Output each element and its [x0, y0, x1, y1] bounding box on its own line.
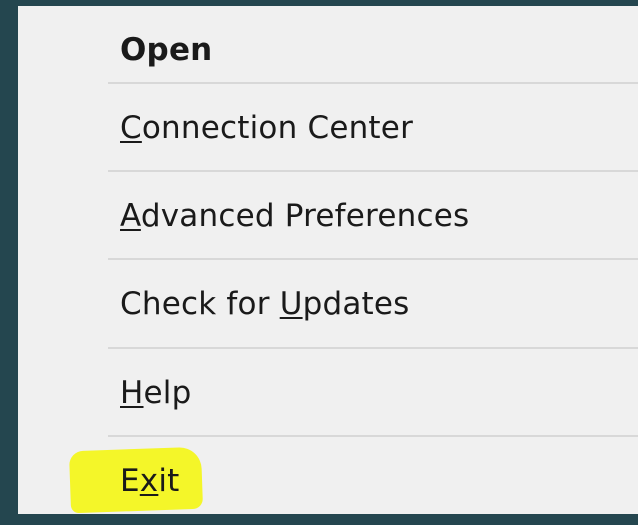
menu-item-advanced-preferences-label: Advanced Preferences	[120, 198, 470, 234]
menu-item-connection-center[interactable]: Connection Center	[18, 84, 638, 172]
menu-item-help-label: Help	[120, 375, 192, 411]
menu-item-check-for-updates[interactable]: Check for Updates	[18, 260, 638, 348]
menu-item-exit-label: Exit	[120, 463, 180, 499]
menu-item-open-label: Open	[120, 32, 213, 68]
tray-context-menu: Open Connection Center Advanced Preferen…	[18, 6, 638, 514]
menu-item-open[interactable]: Open	[18, 6, 638, 94]
menu-item-connection-center-label: Connection Center	[120, 110, 414, 146]
menu-item-check-for-updates-label: Check for Updates	[120, 286, 410, 322]
menu-item-exit[interactable]: Exit	[18, 437, 638, 525]
menu-item-advanced-preferences[interactable]: Advanced Preferences	[18, 172, 638, 260]
menu-item-help[interactable]: Help	[18, 349, 638, 437]
